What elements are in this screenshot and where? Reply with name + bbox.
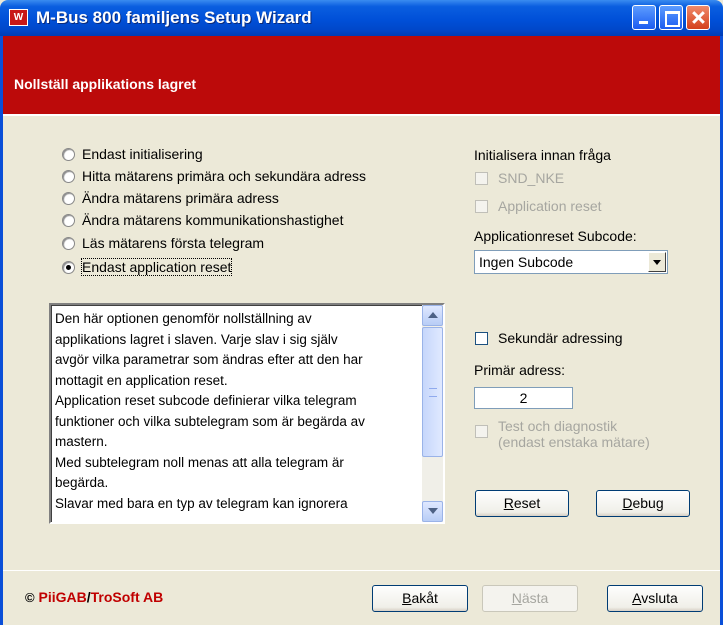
radio-button-selected[interactable] bbox=[62, 260, 75, 274]
window-frame-left bbox=[0, 36, 3, 625]
subcode-label: Applicationreset Subcode: bbox=[474, 228, 637, 244]
brand-trosoft: TroSoft AB bbox=[90, 589, 164, 605]
minimize-button[interactable] bbox=[632, 5, 656, 30]
option-find-addresses[interactable]: Hitta mätarens primära och sekundära adr… bbox=[62, 167, 366, 185]
debug-button-mnemonic: D bbox=[622, 495, 633, 511]
application-reset-label: Application reset bbox=[498, 198, 602, 214]
option-label: Läs mätarens första telegram bbox=[82, 235, 265, 251]
secondary-addressing-label: Sekundär adressing bbox=[498, 330, 623, 346]
chevron-down-icon[interactable] bbox=[648, 252, 666, 272]
company-brand: © PiiGAB/TroSoft AB bbox=[25, 589, 163, 605]
option-label: Hitta mätarens primära och sekundära adr… bbox=[82, 168, 367, 184]
radio-button[interactable] bbox=[62, 191, 75, 205]
back-button-label: akåt bbox=[411, 590, 438, 606]
description-line: avgör vilka parametrar som ändras efter … bbox=[55, 352, 363, 367]
next-button-mnemonic: N bbox=[511, 590, 522, 606]
next-button[interactable]: Nästa bbox=[482, 585, 578, 612]
back-button[interactable]: Bakåt bbox=[372, 585, 468, 612]
option-change-baudrate[interactable]: Ändra mätarens kommunikationshastighet bbox=[62, 211, 343, 229]
init-before-query-heading: Initialisera innan fråga bbox=[474, 147, 611, 163]
description-line: begärda. bbox=[55, 475, 109, 490]
snd-nke-label: SND_NKE bbox=[498, 170, 565, 186]
subcode-selected-value: Ingen Subcode bbox=[479, 254, 574, 270]
radio-button[interactable] bbox=[62, 213, 75, 227]
debug-button-label: ebug bbox=[632, 495, 664, 511]
scroll-down-button[interactable] bbox=[422, 501, 443, 522]
exit-button[interactable]: Avsluta bbox=[607, 585, 703, 612]
chevron-down-icon bbox=[428, 508, 438, 514]
scroll-up-button[interactable] bbox=[422, 305, 443, 326]
page-title: Nollställ applikations lagret bbox=[14, 76, 197, 92]
chevron-up-icon bbox=[428, 312, 438, 318]
secondary-addressing-checkbox[interactable] bbox=[475, 332, 488, 345]
option-change-primary-address[interactable]: Ändra mätarens primära adress bbox=[62, 189, 279, 207]
vertical-scrollbar[interactable] bbox=[422, 305, 443, 522]
description-line: Med subtelegram noll menas att alla tele… bbox=[55, 454, 344, 470]
option-label: Ändra mätarens kommunikationshastighet bbox=[82, 212, 344, 228]
radio-button[interactable] bbox=[62, 147, 75, 161]
option-init-only[interactable]: Endast initialisering bbox=[62, 145, 203, 163]
option-label: Endast initialisering bbox=[82, 146, 203, 162]
app-icon[interactable]: W bbox=[9, 9, 28, 26]
test-diagnostics-checkbox[interactable] bbox=[475, 425, 488, 438]
copyright-icon: © bbox=[25, 590, 35, 605]
window-title: M-Bus 800 familjens Setup Wizard bbox=[36, 8, 312, 27]
title-bar: W M-Bus 800 familjens Setup Wizard bbox=[0, 0, 723, 36]
description-line: funktioner och vilka subtelegram som är … bbox=[55, 413, 365, 429]
option-app-reset-only[interactable]: Endast application reset bbox=[62, 258, 233, 276]
application-reset-checkbox[interactable] bbox=[475, 200, 488, 213]
footer-separator bbox=[3, 570, 720, 571]
test-diagnostics-label-line1: Test och diagnostik bbox=[498, 418, 618, 434]
reset-button-label: eset bbox=[513, 495, 541, 511]
radio-button[interactable] bbox=[62, 169, 75, 183]
description-line: Application reset subcode definierar vil… bbox=[55, 393, 357, 408]
description-line: mastern. bbox=[55, 434, 108, 449]
test-diagnostics-label-line2: (endast enstaka mätare) bbox=[498, 434, 650, 450]
description-line: applikations lagret i slaven. Varje slav… bbox=[55, 331, 338, 347]
primary-address-input[interactable]: 2 bbox=[474, 387, 573, 409]
subcode-dropdown[interactable]: Ingen Subcode bbox=[474, 250, 668, 274]
description-line: Den här optionen genomför nollställning … bbox=[55, 311, 312, 326]
description-line: Slavar med bara en typ av telegram kan i… bbox=[55, 495, 348, 511]
option-label: Ändra mätarens primära adress bbox=[82, 190, 279, 206]
snd-nke-checkbox[interactable] bbox=[475, 172, 488, 185]
radio-button[interactable] bbox=[62, 236, 75, 250]
exit-button-label: vsluta bbox=[641, 590, 678, 606]
debug-button[interactable]: Debug bbox=[596, 490, 690, 517]
reset-button[interactable]: Reset bbox=[475, 490, 569, 517]
primary-address-label: Primär adress: bbox=[474, 362, 566, 378]
maximize-button[interactable] bbox=[659, 5, 683, 30]
description-text: Den här optionen genomför nollställning … bbox=[55, 309, 419, 519]
next-button-label: ästa bbox=[521, 590, 549, 606]
close-button[interactable] bbox=[686, 5, 710, 30]
description-textbox[interactable]: Den här optionen genomför nollställning … bbox=[49, 303, 445, 524]
option-read-first-telegram[interactable]: Läs mätarens första telegram bbox=[62, 234, 264, 252]
description-line: mottagit en application reset. bbox=[55, 372, 228, 388]
brand-piigab: PiiGAB bbox=[38, 589, 87, 605]
wizard-header: Nollställ applikations lagret bbox=[3, 36, 720, 116]
test-diagnostics-label: Test och diagnostik (endast enstaka mäta… bbox=[498, 418, 650, 450]
reset-button-mnemonic: R bbox=[503, 495, 514, 511]
scroll-thumb[interactable] bbox=[422, 327, 443, 457]
exit-button-mnemonic: A bbox=[632, 590, 642, 606]
option-label: Endast application reset bbox=[80, 258, 233, 276]
